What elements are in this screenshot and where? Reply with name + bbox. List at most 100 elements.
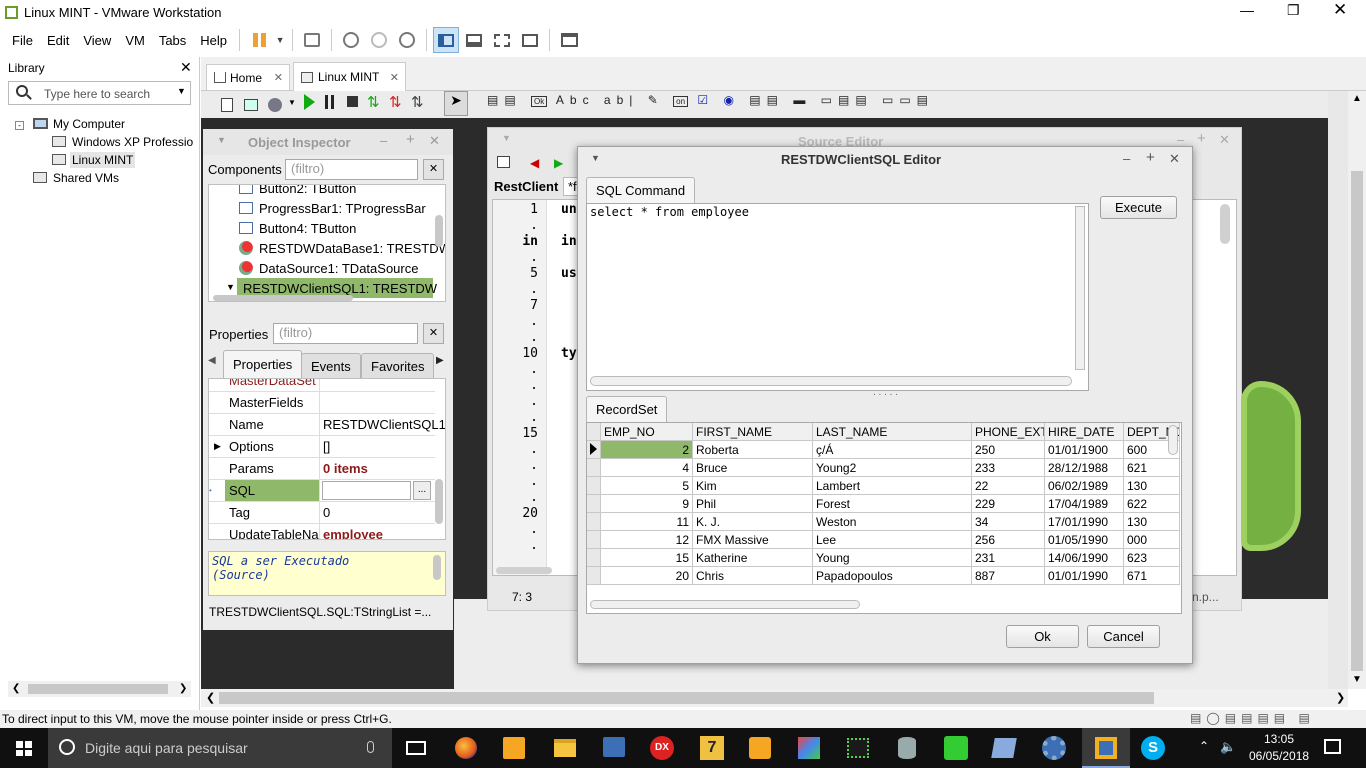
grid-row[interactable]: 11 K. J. Weston 34 17/01/1990 130 — [587, 513, 1180, 531]
component-item[interactable]: Button4: TButton — [239, 218, 356, 238]
volume-muted-icon[interactable]: 🔈 — [1220, 739, 1236, 755]
tree-my-computer[interactable]: My Computer — [53, 117, 125, 131]
grid-cell[interactable]: Forest — [813, 495, 972, 513]
expand-icon[interactable]: ▶ — [214, 441, 221, 452]
paint-app-icon[interactable] — [798, 737, 820, 759]
grid-cell[interactable]: 17/04/1989 — [1045, 495, 1124, 513]
suspend-icon[interactable] — [246, 27, 272, 53]
execute-button[interactable]: Execute — [1100, 196, 1177, 219]
snapshot-icon[interactable] — [338, 27, 364, 53]
grid-cell[interactable]: Chris — [693, 567, 813, 585]
property-row[interactable]: Name RESTDWClientSQL1 — [209, 414, 445, 436]
minimize-icon[interactable]: – — [1123, 151, 1130, 166]
editor-vscrollbar[interactable] — [1220, 204, 1230, 244]
grid-cell[interactable]: 17/01/1990 — [1045, 513, 1124, 531]
grid-row[interactable]: 12 FMX Massive Lee 256 01/05/1990 000 — [587, 531, 1180, 549]
grid-cell[interactable]: 671 — [1124, 567, 1180, 585]
grid-cell[interactable]: 06/02/1989 — [1045, 477, 1124, 495]
menu-file[interactable]: File — [5, 24, 40, 56]
settings-gear-icon[interactable] — [1042, 736, 1066, 760]
selection-tool-icon[interactable]: ➤ — [444, 91, 468, 116]
property-row[interactable]: → SQL... — [209, 480, 435, 502]
grid-cell[interactable]: 623 — [1124, 549, 1180, 567]
sql-hscrollbar[interactable] — [590, 376, 1072, 386]
tab-scroll-right-icon[interactable]: ▶ — [436, 355, 444, 366]
tray-chevron-up-icon[interactable]: ⌃ — [1199, 739, 1209, 753]
power-dropdown-icon[interactable]: ▼ — [274, 27, 286, 53]
network-computer-icon[interactable] — [603, 737, 625, 757]
component-item[interactable]: ProgressBar1: TProgressBar — [239, 198, 426, 218]
grid-cell[interactable]: 000 — [1124, 531, 1180, 549]
file-explorer-icon[interactable] — [554, 739, 576, 757]
grid-column-header[interactable]: FIRST_NAME — [693, 423, 813, 441]
tree-hscrollbar[interactable] — [213, 295, 353, 301]
device-icons[interactable]: ▤◯▤▤▤▤ ▤ — [1190, 711, 1315, 725]
menu-edit[interactable]: Edit — [40, 24, 76, 56]
grid-cell[interactable]: 130 — [1124, 477, 1180, 495]
tab-properties[interactable]: Properties — [223, 350, 303, 378]
grid-cell[interactable]: 11 — [601, 513, 693, 531]
component-item[interactable]: RESTDWDataBase1: TRESTDW — [239, 238, 445, 258]
grid-cell[interactable]: Weston — [813, 513, 972, 531]
grid-cell[interactable]: Phil — [693, 495, 813, 513]
grid-row[interactable]: 20 Chris Papadopoulos 887 01/01/1990 671 — [587, 567, 1180, 585]
grid-column-header[interactable]: LAST_NAME — [813, 423, 972, 441]
grid-cell[interactable]: Young2 — [813, 459, 972, 477]
grid-cell[interactable]: FMX Massive — [693, 531, 813, 549]
ellipsis-button[interactable]: ... — [413, 481, 431, 500]
grid-cell[interactable]: 130 — [1124, 513, 1180, 531]
menu-view[interactable]: View — [76, 24, 118, 56]
property-row[interactable]: MasterFields — [209, 392, 435, 414]
vm-vscrollbar[interactable]: ▲ ▼ — [1348, 91, 1366, 689]
grid-cell[interactable]: 5 — [601, 477, 693, 495]
component-item[interactable]: Button2: TButton — [239, 185, 356, 198]
grid-cell[interactable]: 231 — [972, 549, 1045, 567]
send-ctrl-alt-del-icon[interactable] — [299, 27, 325, 53]
back-arrow-icon[interactable]: ◀ — [530, 156, 539, 170]
step-over-icon[interactable]: ⇅ — [389, 93, 402, 111]
grid-column-header[interactable]: EMP_NO — [601, 423, 693, 441]
minimize-button[interactable]: — — [1240, 2, 1260, 18]
clear-filter-icon[interactable]: ✕ — [423, 323, 444, 344]
property-grid-vscrollbar[interactable] — [435, 479, 443, 524]
grid-row[interactable]: 9 Phil Forest 229 17/04/1989 622 — [587, 495, 1180, 513]
grid-cell[interactable]: Roberta — [693, 441, 813, 459]
grid-cell[interactable]: 4 — [601, 459, 693, 477]
grid-row[interactable]: 15 Katherine Young 231 14/06/1990 623 — [587, 549, 1180, 567]
tab-events[interactable]: Events — [301, 353, 361, 379]
minimize-icon[interactable]: – — [1177, 132, 1184, 147]
devexpress-icon[interactable]: DX — [650, 736, 674, 760]
grid-cell[interactable]: 14/06/1990 — [1045, 549, 1124, 567]
database-app-icon[interactable] — [898, 737, 916, 759]
outlook-icon[interactable] — [503, 737, 525, 759]
tab-favorites[interactable]: Favorites — [361, 353, 435, 379]
clock-date[interactable]: 06/05/2018 — [1249, 749, 1309, 763]
component-item[interactable]: DataSource1: TDataSource — [239, 258, 418, 278]
chevron-down-icon[interactable]: ▼ — [288, 98, 296, 107]
step-out-icon[interactable]: ⇅ — [411, 93, 424, 111]
grid-cell[interactable]: Papadopoulos — [813, 567, 972, 585]
library-hscrollbar[interactable]: ❮ ❯ — [8, 681, 191, 697]
snapshot-manager-icon[interactable] — [394, 27, 420, 53]
grid-row[interactable]: 4 Bruce Young2 233 28/12/1988 621 — [587, 459, 1180, 477]
close-icon[interactable]: ✕ — [390, 71, 399, 84]
microphone-icon[interactable] — [367, 741, 374, 753]
properties-filter-input[interactable]: (filtro) — [273, 323, 418, 344]
vm-hscrollbar[interactable]: ❮ ❯ — [201, 689, 1348, 707]
thumbnail-bar-icon[interactable] — [461, 27, 487, 53]
grid-cell[interactable]: 12 — [601, 531, 693, 549]
menu-help[interactable]: Help — [193, 24, 234, 56]
revert-snapshot-icon[interactable] — [366, 27, 392, 53]
tree-expand-icon[interactable]: ▼ — [226, 282, 235, 292]
step-into-icon[interactable]: ⇅ — [367, 93, 380, 111]
property-row[interactable]: ▶ Options [] — [209, 436, 435, 458]
show-library-icon[interactable] — [433, 27, 460, 53]
chevron-down-icon[interactable]: ▼ — [177, 86, 186, 96]
grid-cell[interactable]: 233 — [972, 459, 1045, 477]
close-icon[interactable]: ✕ — [429, 133, 440, 149]
stop-icon[interactable] — [347, 96, 358, 107]
chevron-down-icon[interactable]: ▼ — [217, 135, 226, 145]
grid-cell[interactable]: 22 — [972, 477, 1045, 495]
grid-cell[interactable]: 01/01/1900 — [1045, 441, 1124, 459]
grid-cell[interactable]: 2 — [601, 441, 693, 459]
